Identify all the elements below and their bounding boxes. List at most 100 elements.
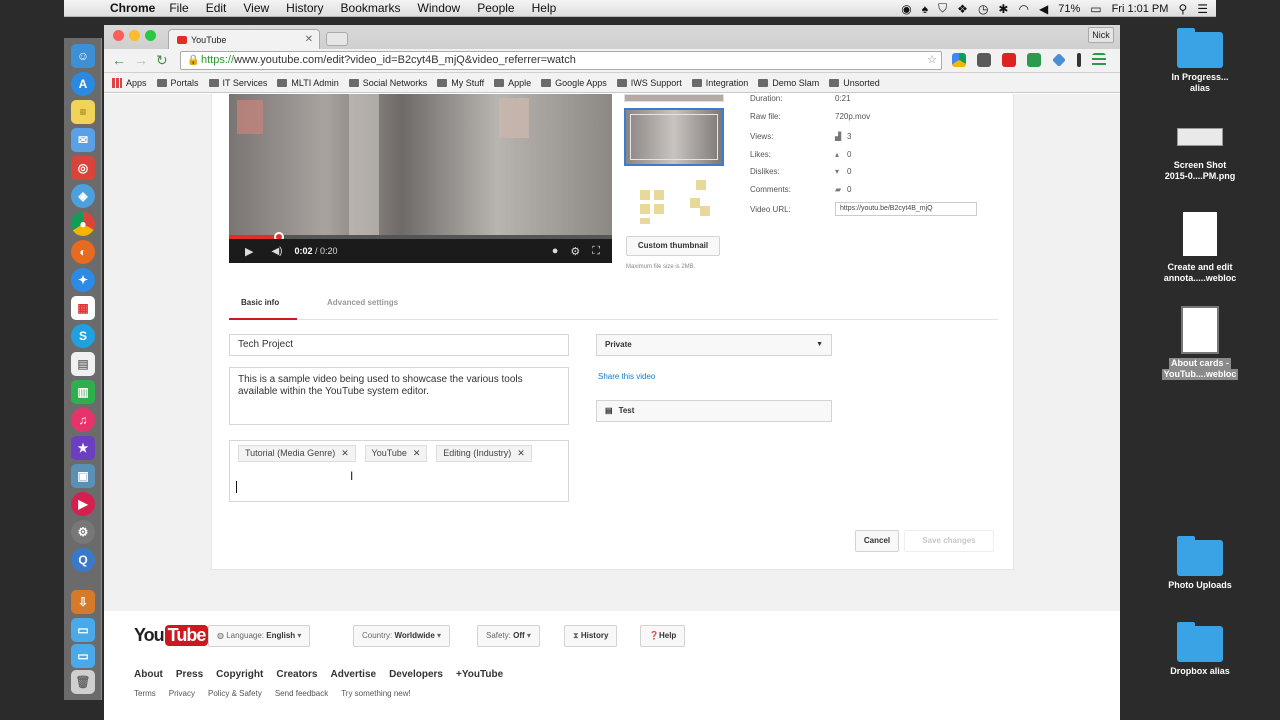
video-player[interactable]: ▶ ◀) 0:02 / 0:20 ● ⚙ ⛶ (229, 94, 612, 263)
description-textarea[interactable]: This is a sample video being used to sho… (229, 367, 569, 425)
dropbox-icon[interactable]: ❖ (957, 2, 968, 16)
thumbnail-option-selected[interactable] (624, 108, 724, 166)
play-icon[interactable]: ▶ (245, 245, 253, 258)
evernote-extension-icon[interactable] (977, 53, 991, 67)
remove-tag-icon[interactable]: ✕ (341, 448, 349, 458)
thumbnail-option[interactable] (630, 178, 720, 226)
chrome-menu-icon[interactable] (1092, 53, 1106, 67)
safety-button[interactable]: Safety: Off ▾ (477, 625, 540, 647)
bookmark-apps[interactable]: Apps (112, 77, 147, 88)
documents-folder-icon[interactable]: ▭ (71, 618, 95, 642)
browser-tab-youtube[interactable]: YouTube ✕ (168, 29, 320, 49)
feedly-extension-icon[interactable] (1027, 53, 1041, 67)
desktop-file-selected[interactable]: About cards - YouTub....webloc (1120, 306, 1280, 380)
menu-edit[interactable]: Edit (206, 1, 227, 15)
help-button[interactable]: ❓Help (640, 625, 686, 647)
back-arrow-icon[interactable]: ← (112, 52, 126, 68)
address-bar[interactable]: 🔒 https://www.youtube.com/edit?video_id=… (180, 51, 942, 70)
language-button[interactable]: ◍ Language: English ▾ (208, 625, 311, 647)
minimize-window-icon[interactable] (129, 30, 140, 41)
privacy-select[interactable]: Private ▼ (596, 334, 832, 356)
menu-bookmarks[interactable]: Bookmarks (341, 1, 401, 15)
desktop-folder[interactable]: Photo Uploads (1120, 536, 1280, 591)
footer-link[interactable]: Try something new! (341, 689, 411, 698)
video-url-field[interactable]: https://youtu.be/B2cyt4B_mjQ (835, 202, 977, 216)
playlist-button[interactable]: ▤ Test (596, 400, 832, 422)
desktop-file[interactable]: Create and edit annota.....webloc (1120, 212, 1280, 284)
menu-help[interactable]: Help (532, 1, 557, 15)
footer-link[interactable]: +YouTube (456, 669, 503, 680)
evernote-icon[interactable]: ♠ (922, 2, 928, 16)
desktop-folder[interactable]: Dropbox alias (1120, 622, 1280, 677)
tab-basic-info[interactable]: Basic info (241, 298, 279, 307)
cancel-button[interactable]: Cancel (855, 530, 899, 552)
footer-link[interactable]: Privacy (169, 689, 195, 698)
menu-window[interactable]: Window (418, 1, 461, 15)
footer-link[interactable]: Policy & Safety (208, 689, 262, 698)
menu-history[interactable]: History (286, 1, 323, 15)
preview-icon[interactable]: ▣ (71, 464, 95, 488)
close-window-icon[interactable] (113, 30, 124, 41)
footer-link[interactable]: Terms (134, 689, 156, 698)
numbers-icon[interactable]: ▥ (71, 380, 95, 404)
itunes-icon[interactable]: ♫ (71, 408, 95, 432)
app-store-icon[interactable]: A (71, 72, 95, 96)
bookmark-folder[interactable]: Portals (156, 78, 199, 88)
fullscreen-icon[interactable]: ⛶ (592, 245, 600, 258)
settings-gear-icon[interactable]: ⚙ (570, 245, 580, 258)
menu-people[interactable]: People (477, 1, 514, 15)
bookmark-folder[interactable]: MLTI Admin (277, 78, 339, 88)
remove-tag-icon[interactable]: ✕ (413, 448, 421, 458)
maps-icon[interactable]: ◈ (71, 184, 95, 208)
reload-icon[interactable]: ↻ (156, 52, 168, 69)
volume-icon[interactable]: ◀ (1039, 2, 1048, 16)
zoom-window-icon[interactable] (145, 30, 156, 41)
bookmark-folder[interactable]: Demo Slam (758, 78, 819, 88)
firefox-icon[interactable]: ◐ (71, 240, 95, 264)
pages-icon[interactable]: ▤ (71, 352, 95, 376)
notification-center-icon[interactable]: ☰ (1197, 2, 1208, 16)
remove-tag-icon[interactable]: ✕ (517, 448, 525, 458)
desktop-folder[interactable]: In Progress... alias (1120, 28, 1280, 94)
bookmark-folder[interactable]: Google Apps (541, 78, 607, 88)
menu-view[interactable]: View (243, 1, 269, 15)
downloads-stack-icon[interactable]: ⇩ (71, 590, 95, 614)
finder-icon[interactable]: ☺ (71, 44, 95, 68)
trash-icon[interactable]: 🗑 (71, 670, 95, 694)
safari-icon[interactable]: ✦ (71, 268, 95, 292)
profile-button[interactable]: Nick (1088, 27, 1114, 43)
footer-link[interactable]: Advertise (331, 669, 377, 680)
youtube-logo[interactable]: You Tube (134, 625, 209, 646)
bookmark-folder[interactable]: Apple (494, 78, 531, 88)
chrome-icon[interactable]: ● (71, 212, 95, 236)
forward-arrow-icon[interactable]: → (134, 52, 148, 68)
tags-input[interactable]: Tutorial (Media Genre) ✕ YouTube ✕ Editing… (229, 440, 569, 502)
menu-file[interactable]: File (169, 1, 188, 15)
bookmark-folder[interactable]: My Stuff (437, 78, 484, 88)
imovie-icon[interactable]: ★ (71, 436, 95, 460)
save-changes-button[interactable]: Save changes (904, 530, 994, 552)
history-button[interactable]: ⧗ History (564, 625, 618, 647)
footer-link[interactable]: Creators (276, 669, 317, 680)
tab-advanced-settings[interactable]: Advanced settings (327, 298, 398, 307)
footer-link[interactable]: About (134, 669, 163, 680)
title-input[interactable]: Tech Project (229, 334, 569, 356)
battery-percent[interactable]: 71% (1058, 3, 1080, 15)
shield-icon[interactable]: ⛉ (938, 1, 947, 16)
spotlight-icon[interactable]: ⚲ (1178, 2, 1187, 16)
mail-icon[interactable]: ✉ (71, 128, 95, 152)
footer-link[interactable]: Press (176, 669, 203, 680)
folder-stack-icon[interactable]: ▭ (71, 644, 95, 668)
clock[interactable]: Fri 1:01 PM (1112, 3, 1169, 15)
skype-icon[interactable]: S (71, 324, 95, 348)
menu-app-name[interactable]: Chrome (110, 1, 155, 15)
footer-link[interactable]: Developers (389, 669, 443, 680)
footer-link[interactable]: Copyright (216, 669, 263, 680)
photo-booth-icon[interactable]: ◎ (71, 156, 95, 180)
quicktime-icon[interactable]: Q (71, 548, 95, 572)
footer-link[interactable]: Send feedback (275, 689, 328, 698)
bluetooth-icon[interactable]: ✱ (998, 2, 1008, 16)
pen-extension-icon[interactable] (1077, 53, 1081, 67)
wifi-icon[interactable]: ◠ (1018, 2, 1028, 16)
record-icon[interactable]: ◉ (901, 2, 911, 16)
